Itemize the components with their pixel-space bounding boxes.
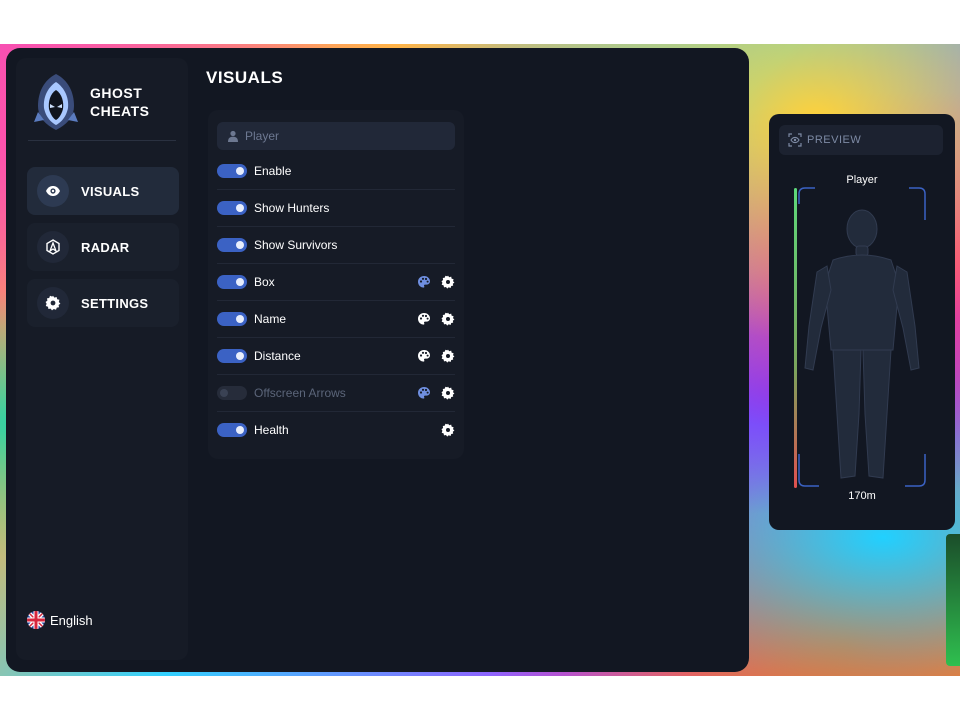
option-label: Show Survivors <box>254 237 338 252</box>
gear-icon[interactable] <box>441 312 455 326</box>
page-title: VISUALS <box>206 68 284 87</box>
player-silhouette <box>804 209 920 479</box>
ghost-hood-logo-icon <box>34 74 78 130</box>
brand: GHOST CHEATS <box>32 68 182 136</box>
offscreen-arrows-toggle[interactable] <box>217 385 247 400</box>
option-label: Name <box>254 311 287 326</box>
gear-icon[interactable] <box>441 423 455 437</box>
show-survivors-toggle[interactable] <box>217 237 247 252</box>
sidebar-item-label: VISUALS <box>81 183 140 199</box>
health-toggle[interactable] <box>217 422 247 437</box>
player-options-panel: Player Enable Show Hunters Show Survivor… <box>208 110 464 459</box>
language-label: English <box>50 612 93 628</box>
eye-icon <box>37 175 69 207</box>
name-toggle[interactable] <box>217 311 247 326</box>
option-row-show-hunters: Show Hunters <box>217 189 455 227</box>
option-row-enable: Enable <box>217 152 455 190</box>
option-row-health: Health <box>217 411 455 448</box>
main-window: GHOST CHEATS VISUALS RADAR SETTINGS Engl… <box>6 48 749 672</box>
user-icon <box>228 130 238 142</box>
palette-icon[interactable] <box>417 386 431 400</box>
gear-icon <box>37 287 69 319</box>
option-row-box: Box <box>217 263 455 301</box>
language-selector[interactable]: English <box>26 610 93 630</box>
uk-flag-icon <box>27 611 45 629</box>
sidebar-item-settings[interactable]: SETTINGS <box>27 279 179 327</box>
enable-toggle[interactable] <box>217 163 247 178</box>
option-row-show-survivors: Show Survivors <box>217 226 455 264</box>
preview-window: PREVIEW Player 170m <box>769 114 955 530</box>
show-hunters-toggle[interactable] <box>217 200 247 215</box>
sidebar: GHOST CHEATS VISUALS RADAR SETTINGS Engl… <box>16 58 188 660</box>
sidebar-item-label: SETTINGS <box>81 295 149 311</box>
radar-icon <box>37 231 69 263</box>
option-label: Offscreen Arrows <box>254 385 346 400</box>
background-window-edge <box>946 534 960 666</box>
box-toggle[interactable] <box>217 274 247 289</box>
empty-slot <box>417 423 431 437</box>
gear-icon[interactable] <box>441 275 455 289</box>
option-label: Enable <box>254 163 292 178</box>
preview-distance: 170m <box>848 490 876 502</box>
gear-icon[interactable] <box>441 386 455 400</box>
distance-toggle[interactable] <box>217 348 247 363</box>
brand-name: GHOST CHEATS <box>90 85 150 119</box>
group-header-player: Player <box>217 122 455 150</box>
option-label: Distance <box>254 348 301 363</box>
palette-icon[interactable] <box>417 312 431 326</box>
sidebar-item-visuals[interactable]: VISUALS <box>27 167 179 215</box>
gear-icon[interactable] <box>441 349 455 363</box>
palette-icon[interactable] <box>417 349 431 363</box>
option-row-offscreen-arrows: Offscreen Arrows <box>217 374 455 412</box>
option-row-name: Name <box>217 300 455 338</box>
sidebar-item-radar[interactable]: RADAR <box>27 223 179 271</box>
preview-player-name: Player <box>846 174 878 186</box>
option-label: Show Hunters <box>254 200 330 215</box>
sidebar-item-label: RADAR <box>81 239 130 255</box>
palette-icon[interactable] <box>417 275 431 289</box>
option-row-distance: Distance <box>217 337 455 375</box>
option-label: Box <box>254 274 275 289</box>
option-label: Health <box>254 422 289 437</box>
sidebar-divider <box>28 140 176 141</box>
group-label: Player <box>245 129 280 143</box>
